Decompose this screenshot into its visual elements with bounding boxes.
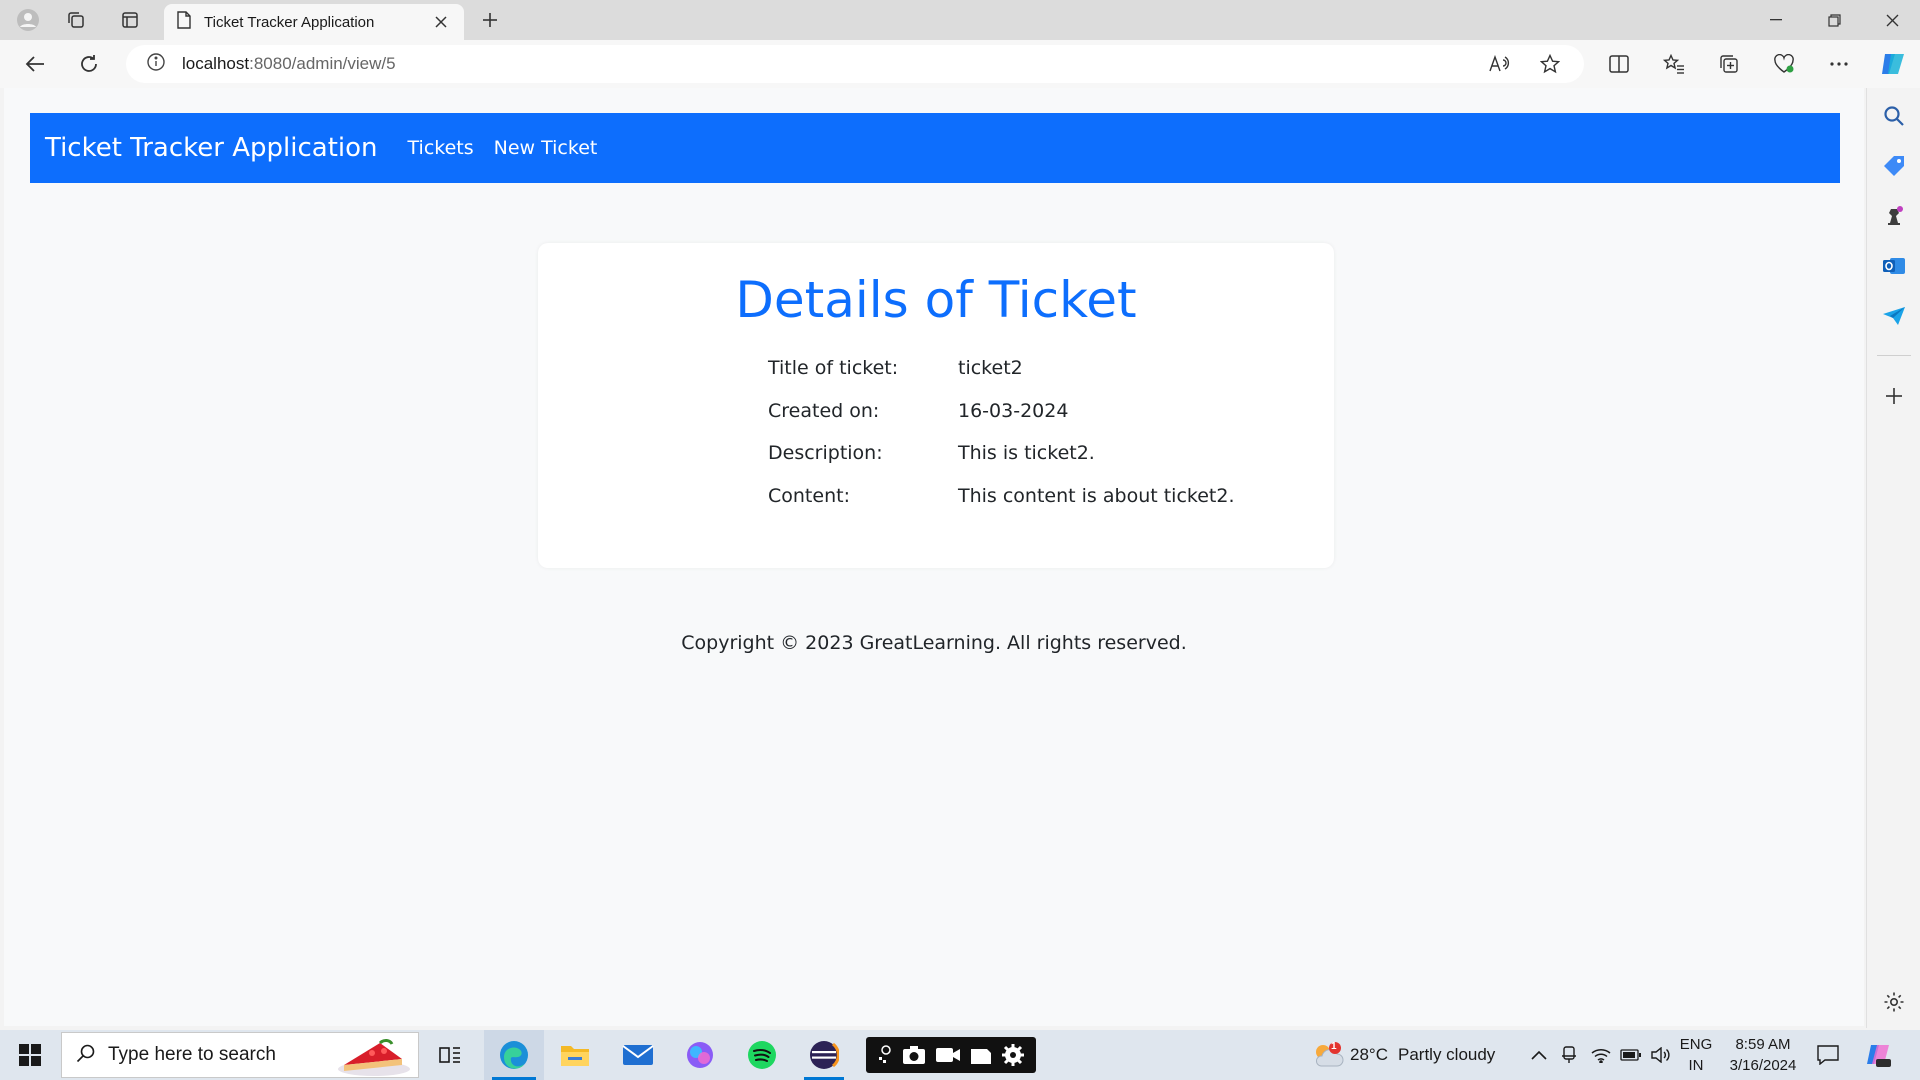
battery-icon[interactable] [1616, 1030, 1646, 1080]
profile-icon[interactable] [14, 6, 42, 34]
region-code: IN [1688, 1057, 1704, 1074]
url-path: :8080/admin/view/5 [249, 54, 396, 73]
notifications-icon[interactable] [1814, 1030, 1842, 1080]
volume-icon[interactable] [1646, 1030, 1676, 1080]
weather-description: Partly cloudy [1397, 1045, 1496, 1064]
page-content: Ticket Tracker Application Tickets New T… [4, 88, 1864, 1026]
minimize-button[interactable] [1748, 0, 1804, 40]
taskbar-edge-app[interactable] [484, 1030, 544, 1080]
app-navbar: Ticket Tracker Application Tickets New T… [30, 113, 1840, 183]
search-placeholder: Type here to search [108, 1044, 276, 1065]
capture-settings-icon[interactable] [1001, 1043, 1025, 1067]
window-snip-icon[interactable] [970, 1045, 992, 1065]
refresh-button[interactable] [72, 48, 106, 80]
sidebar-divider [1877, 355, 1911, 356]
file-explorer-icon[interactable] [548, 1030, 602, 1080]
detail-label: Title of ticket: [768, 357, 899, 379]
detail-label: Description: [768, 442, 883, 464]
wifi-icon[interactable] [1586, 1030, 1616, 1080]
add-icon[interactable] [1880, 382, 1908, 410]
games-icon[interactable] [1880, 202, 1908, 230]
detail-label: Created on: [768, 400, 880, 422]
edge-sidebar [1866, 88, 1920, 1028]
meet-now-icon[interactable] [1556, 1030, 1582, 1080]
camera-icon[interactable] [902, 1045, 926, 1065]
spotify-icon[interactable] [734, 1030, 790, 1080]
weather-temp: 28°C [1350, 1045, 1388, 1064]
workspaces-icon[interactable] [62, 6, 90, 34]
page-footer: Copyright © 2023 GreatLearning. All righ… [681, 632, 1187, 654]
detail-value: This is ticket2. [958, 442, 1095, 464]
back-button[interactable] [18, 48, 52, 80]
copilot-preview-icon[interactable] [1862, 1030, 1896, 1080]
weather-icon[interactable]: 1 [1308, 1030, 1348, 1080]
mail-icon[interactable] [610, 1030, 666, 1080]
favorite-star-icon[interactable] [1534, 48, 1566, 80]
send-icon[interactable] [1880, 302, 1908, 330]
collections-icon[interactable] [1712, 48, 1746, 80]
eclipse-icon[interactable] [796, 1030, 852, 1080]
clock[interactable]: 8:59 AM 3/16/2024 [1716, 1034, 1810, 1076]
url-host: localhost [182, 54, 250, 73]
more-options-icon[interactable] [1822, 48, 1856, 80]
nav-link-tickets[interactable]: Tickets [408, 137, 474, 159]
sidebar-settings-icon[interactable] [1880, 988, 1908, 1016]
copilot-icon[interactable] [1876, 48, 1910, 80]
page-title: Details of Ticket [735, 271, 1137, 329]
browser-toolbar: localhost:8080/admin/view/5 [0, 40, 1920, 88]
task-view-icon[interactable] [426, 1030, 474, 1080]
copilot-app-icon[interactable] [672, 1030, 728, 1080]
show-hidden-icons-chevron-icon[interactable] [1526, 1030, 1552, 1080]
video-record-icon[interactable] [935, 1046, 961, 1064]
detail-value: ticket2 [958, 357, 1023, 379]
new-tab-button[interactable] [474, 6, 506, 34]
active-tab[interactable]: Ticket Tracker Application [164, 4, 464, 40]
read-aloud-icon[interactable] [1484, 48, 1516, 80]
screen-capture-toolbar[interactable] [866, 1037, 1036, 1073]
split-screen-icon[interactable] [1602, 48, 1636, 80]
shopping-tag-icon[interactable] [1880, 152, 1908, 180]
outlook-icon[interactable] [1880, 252, 1908, 280]
windows-taskbar: Type here to search 1 28°C Partly cloudy… [0, 1030, 1920, 1080]
weather-badge: 1 [1331, 1041, 1337, 1052]
start-button[interactable] [0, 1030, 60, 1080]
app-brand[interactable]: Ticket Tracker Application [45, 133, 378, 163]
close-tab-icon[interactable] [430, 11, 452, 33]
browser-tab-strip: Ticket Tracker Application [0, 0, 1920, 40]
weather-widget[interactable]: 28°C Partly cloudy [1350, 1030, 1500, 1080]
detail-label: Content: [768, 485, 850, 507]
taskbar-search[interactable]: Type here to search [61, 1032, 419, 1078]
restore-button[interactable] [1806, 0, 1862, 40]
page-icon [176, 10, 192, 34]
ticket-details-card: Details of Ticket Title of ticket: ticke… [538, 243, 1334, 568]
browser-essentials-icon[interactable] [1767, 48, 1801, 80]
address-bar[interactable]: localhost:8080/admin/view/5 [126, 45, 1584, 83]
site-info-icon[interactable] [146, 52, 166, 77]
close-window-button[interactable] [1864, 0, 1920, 40]
tab-actions-icon[interactable] [116, 6, 144, 34]
clock-time: 8:59 AM [1735, 1036, 1791, 1053]
search-highlight-pie-icon [332, 1035, 412, 1080]
favorites-icon[interactable] [1657, 48, 1691, 80]
language-code: ENG [1679, 1036, 1713, 1053]
nav-link-new-ticket[interactable]: New Ticket [494, 137, 598, 159]
capture-lasso-icon[interactable] [877, 1045, 893, 1065]
detail-value: This content is about ticket2. [958, 485, 1235, 507]
clock-date: 3/16/2024 [1729, 1057, 1797, 1074]
tab-title: Ticket Tracker Application [204, 13, 375, 31]
detail-value: 16-03-2024 [958, 400, 1069, 422]
search-icon[interactable] [1880, 102, 1908, 130]
search-glass-icon [76, 1043, 96, 1068]
url-text: localhost:8080/admin/view/5 [182, 54, 396, 74]
input-language[interactable]: ENG IN [1676, 1034, 1716, 1076]
